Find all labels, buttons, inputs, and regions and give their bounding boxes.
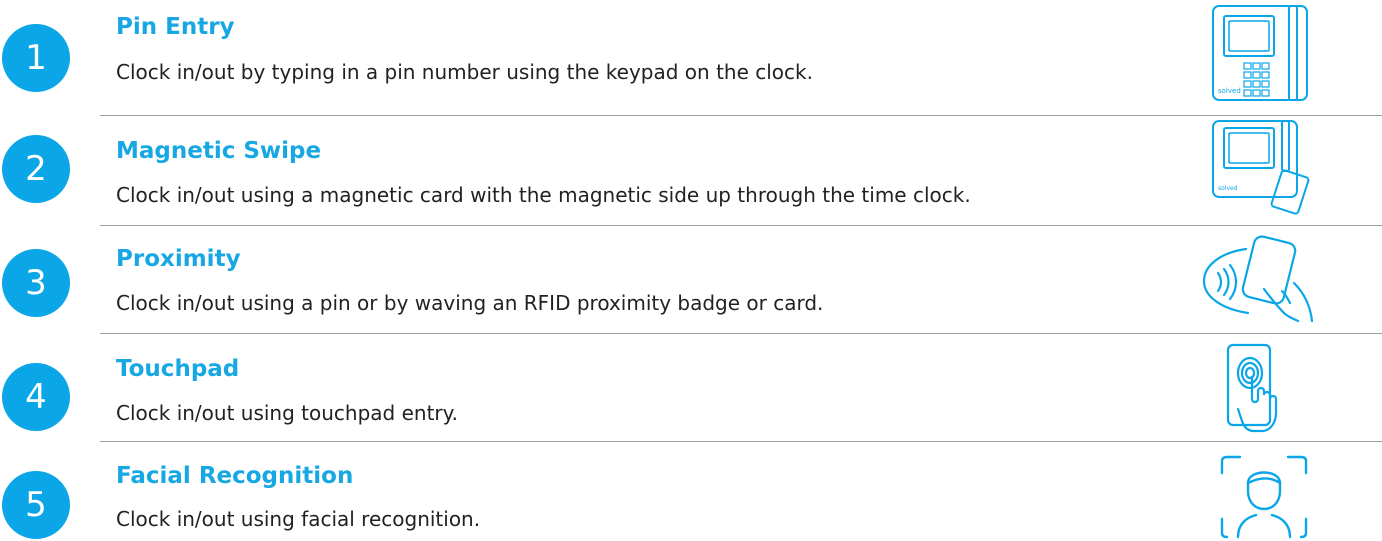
fingerprint-touch-icon: [1226, 343, 1278, 433]
step-number-badge: 1: [2, 24, 70, 92]
swipe-clock-icon: solved: [1212, 120, 1310, 215]
item-description: Clock in/out using a pin or by waving an…: [116, 291, 824, 315]
item-title: Facial Recognition: [116, 463, 354, 489]
proximity-card-icon: [1202, 235, 1314, 323]
item-description: Clock in/out using facial recognition.: [116, 507, 481, 531]
item-title: Proximity: [116, 246, 241, 272]
step-number-badge: 3: [2, 249, 70, 317]
item-title: Touchpad: [116, 356, 240, 382]
step-number-badge: 2: [2, 135, 70, 203]
item-title: Magnetic Swipe: [116, 138, 322, 164]
list-item: 1 Pin Entry Clock in/out by typing in a …: [0, 0, 1382, 110]
step-number-badge: 4: [2, 363, 70, 431]
item-description: Clock in/out using a magnetic card with …: [116, 183, 971, 207]
face-scan-icon: [1220, 455, 1308, 539]
list-item: 4 Touchpad Clock in/out using touchpad e…: [0, 333, 1382, 441]
list-item: 3 Proximity Clock in/out using a pin or …: [0, 225, 1382, 325]
brand-logo: solved: [1218, 185, 1238, 192]
item-description: Clock in/out by typing in a pin number u…: [116, 60, 813, 84]
step-number-badge: 5: [2, 471, 70, 539]
list-item: 5 Facial Recognition Clock in/out using …: [0, 441, 1382, 539]
item-title: Pin Entry: [116, 14, 235, 40]
item-description: Clock in/out using touchpad entry.: [116, 401, 458, 425]
keypad-clock-icon: solved: [1212, 5, 1308, 101]
list-item: 2 Magnetic Swipe Clock in/out using a ma…: [0, 110, 1382, 220]
brand-logo: solved: [1218, 87, 1241, 95]
